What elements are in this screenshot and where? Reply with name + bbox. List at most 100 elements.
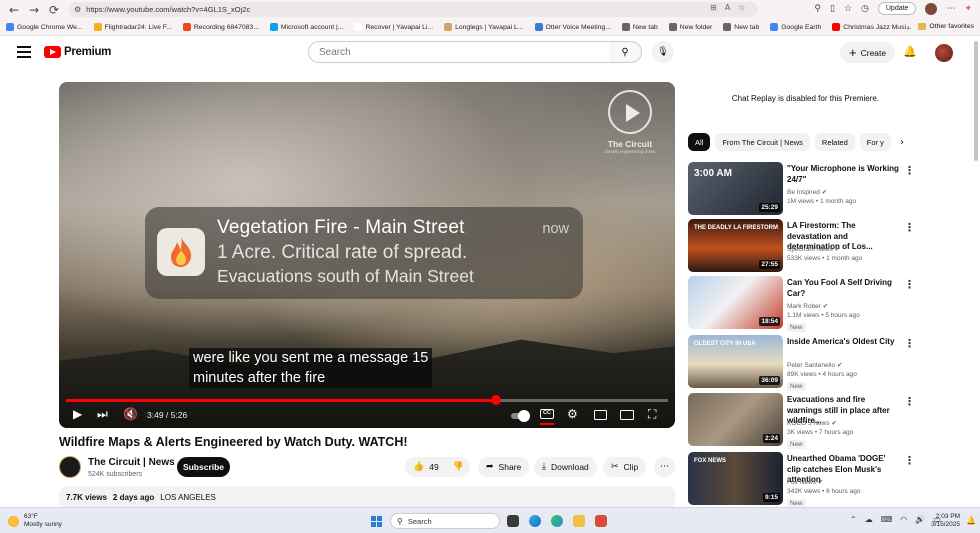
read-aloud-icon[interactable]: A xyxy=(725,3,730,12)
more-vertical-icon[interactable]: ⋮ xyxy=(904,337,915,350)
wifi-icon[interactable]: ◠ xyxy=(900,515,907,524)
voice-search-button[interactable]: 🎙 xyxy=(652,41,674,63)
channel-avatar[interactable] xyxy=(59,456,81,478)
file-explorer-icon[interactable] xyxy=(573,515,585,527)
channel-name[interactable]: Fox News ✔ xyxy=(787,478,823,486)
youtube-logo[interactable]: Premium xyxy=(44,46,111,58)
forward-icon[interactable]: → xyxy=(24,0,44,19)
dislike-icon[interactable]: 👎 xyxy=(453,462,464,472)
back-icon[interactable]: ← xyxy=(4,0,24,19)
video-player[interactable]: The Circuit Deeply engineering news Vege… xyxy=(59,82,675,428)
bookmark-item[interactable]: New tab xyxy=(621,23,658,31)
taskbar-clock[interactable]: 2:03 PM 3/15/2025 xyxy=(922,513,960,529)
download-button[interactable]: ⤓ Download xyxy=(534,457,597,477)
video-thumbnail[interactable]: 2:24 xyxy=(688,393,783,446)
taskbar-search[interactable]: ⚲ Search xyxy=(390,513,500,529)
bookmark-item[interactable]: Flightradar24: Live F... xyxy=(93,23,172,31)
video-thumbnail[interactable]: THE DEADLY LA FIRESTORM 27:55 xyxy=(688,219,783,272)
autoplay-toggle[interactable] xyxy=(511,410,530,422)
settings-gear-icon[interactable]: ⚙ xyxy=(567,407,578,421)
video-thumbnail[interactable]: OLDEST CITY IN USA 36:09 xyxy=(688,335,783,388)
channel-name[interactable]: Spectrum News ✔ xyxy=(787,245,840,253)
clip-button[interactable]: ✂ Clip xyxy=(603,457,647,477)
chevron-up-icon[interactable]: ⌃ xyxy=(850,515,857,524)
channel-name[interactable]: Peter Santenello ✔ xyxy=(787,361,842,369)
chevron-right-icon[interactable]: › xyxy=(893,133,911,151)
bookmark-item[interactable]: Microsoft account |... xyxy=(269,23,343,31)
share-button[interactable]: ➦ Share xyxy=(478,457,530,477)
favorites-icon[interactable]: ☆ xyxy=(844,4,852,14)
bookmark-item[interactable]: Longlegs | Yavapai L... xyxy=(444,23,524,31)
video-thumbnail[interactable]: FOX NEWS 9:15 xyxy=(688,452,783,505)
more-menu-icon[interactable]: ⋯ xyxy=(946,4,955,14)
bookmark-item[interactable]: Google Chrome We... xyxy=(6,23,83,31)
video-title[interactable]: Can You Fool A Self Driving Car? xyxy=(787,278,899,299)
subtitles-icon[interactable]: CC xyxy=(540,409,554,419)
channel-name[interactable]: Be Inspired ✔ xyxy=(787,188,827,196)
cloud-icon[interactable]: ☁ xyxy=(865,515,873,524)
bookmark-item[interactable]: Recording 6847083... xyxy=(182,23,259,31)
bookmark-item[interactable]: Christmas Jazz Musi... xyxy=(832,23,912,31)
bookmark-item[interactable]: New folder xyxy=(668,23,712,31)
like-count[interactable]: 49 xyxy=(429,462,438,472)
recommended-video[interactable]: 18:54 Can You Fool A Self Driving Car? Mar… xyxy=(688,276,918,332)
address-bar[interactable]: ⚙ https://www.youtube.com/watch?v=4GL1S_… xyxy=(68,2,758,17)
video-thumbnail[interactable]: 3:00 AM 25:29 xyxy=(688,162,783,215)
notification-center-icon[interactable]: 🔔 xyxy=(966,516,976,525)
progress-bar[interactable] xyxy=(66,395,668,405)
more-vertical-icon[interactable]: ⋮ xyxy=(904,454,915,467)
search-input[interactable]: Search xyxy=(308,41,610,63)
channel-name[interactable]: The Circuit | News ✔ xyxy=(88,457,184,468)
filter-chip[interactable]: For y xyxy=(859,133,891,151)
theater-mode-icon[interactable] xyxy=(620,410,634,420)
scrollbar-thumb[interactable] xyxy=(974,41,978,161)
more-vertical-icon[interactable]: ⋮ xyxy=(904,278,915,291)
bookmark-item[interactable]: Google Earth xyxy=(770,23,821,31)
channel-name[interactable]: Mark Rober ✔ xyxy=(787,302,828,310)
recommended-video[interactable]: THE DEADLY LA FIRESTORM 27:55 LA Firestorm… xyxy=(688,219,918,272)
language-icon[interactable]: ⌨ xyxy=(881,515,893,524)
favorite-star-icon[interactable]: ☆ xyxy=(738,3,745,12)
account-avatar[interactable] xyxy=(935,44,953,62)
more-vertical-icon[interactable]: ⋮ xyxy=(904,221,915,234)
profile-avatar[interactable] xyxy=(925,2,938,15)
filter-chip[interactable]: Related xyxy=(814,133,855,151)
recommended-video[interactable]: 2:24 Evacuations and fire warnings still … xyxy=(688,393,918,449)
video-title[interactable]: "Your Microphone is Working 24/7" xyxy=(787,164,899,185)
windows-start-icon[interactable] xyxy=(371,516,382,527)
play-icon[interactable]: ▶ xyxy=(73,407,82,421)
search-button[interactable]: ⚲ xyxy=(609,41,642,63)
video-thumbnail[interactable]: 18:54 xyxy=(688,276,783,329)
video-title[interactable]: Inside America's Oldest City xyxy=(787,337,899,348)
other-favorites[interactable]: Other favorites xyxy=(918,23,974,30)
weather-widget[interactable]: 63°F Mostly sunny xyxy=(8,513,62,529)
page-scrollbar[interactable] xyxy=(972,37,980,507)
like-icon[interactable]: 👍 xyxy=(413,462,424,472)
bookmark-item[interactable]: Otter Voice Meeting... xyxy=(534,23,611,31)
bookmark-item[interactable]: New tab xyxy=(723,23,759,31)
recommended-video[interactable]: FOX NEWS 9:15 Unearthed Obama 'DOGE' clip … xyxy=(688,452,918,508)
browser-app-icon[interactable] xyxy=(551,515,563,527)
next-video-icon[interactable]: ⏭ xyxy=(97,407,108,422)
app-available-icon[interactable]: ⊞ xyxy=(710,3,717,12)
recommended-video[interactable]: 3:00 AM 25:29 "Your Microphone is Working … xyxy=(688,162,918,215)
channel-name[interactable]: KOCO 5 News ✔ xyxy=(787,419,837,427)
bookmark-item[interactable]: Recover | Yavapai Li... xyxy=(354,23,433,31)
extensions-icon[interactable]: ⚲ xyxy=(814,4,821,14)
reload-icon[interactable]: ⟳ xyxy=(44,0,64,19)
more-actions-button[interactable]: ⋯ xyxy=(654,457,675,477)
split-screen-icon[interactable]: ▯ xyxy=(830,4,835,14)
app-pinned-icon[interactable] xyxy=(595,515,607,527)
hamburger-menu-icon[interactable] xyxy=(17,46,31,58)
site-info-icon[interactable]: ⚙ xyxy=(74,5,81,14)
more-vertical-icon[interactable]: ⋮ xyxy=(904,395,915,408)
more-vertical-icon[interactable]: ⋮ xyxy=(904,164,915,177)
mute-icon[interactable]: 🔇 xyxy=(123,407,138,421)
edge-icon[interactable] xyxy=(529,515,541,527)
update-button[interactable]: Update xyxy=(877,2,917,15)
miniplayer-icon[interactable] xyxy=(594,410,607,420)
history-icon[interactable]: ◷ xyxy=(861,4,869,14)
video-location[interactable]: LOS ANGELES xyxy=(160,493,216,503)
subscribe-button[interactable]: Subscribe xyxy=(177,457,230,477)
filter-chip[interactable]: From The Circuit | News xyxy=(715,133,810,151)
